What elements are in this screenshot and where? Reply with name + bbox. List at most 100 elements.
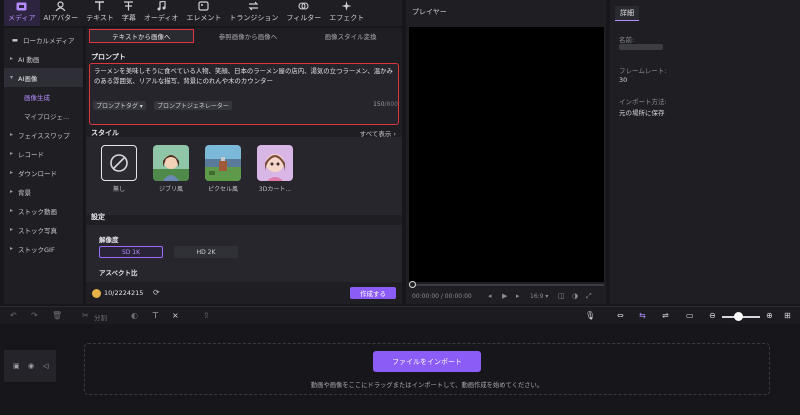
audio-icon[interactable]: ◁	[43, 362, 48, 370]
filter-icon	[298, 1, 310, 11]
tool-filter[interactable]: フィルター	[282, 0, 325, 26]
tab-details[interactable]: 詳細	[615, 6, 639, 21]
tool-label: AIアバター	[43, 14, 79, 22]
tool-element[interactable]: エレメント	[182, 0, 225, 26]
sidebar-item-download[interactable]: ▸ ダウンロード	[4, 163, 83, 182]
style-pixel[interactable]: ピクセル風	[205, 145, 241, 193]
tool-subtitle[interactable]: 字幕	[118, 0, 140, 26]
aspect-ratio-select[interactable]: 16:9 ▾	[530, 293, 548, 300]
track-link-icon[interactable]: ⇌	[662, 311, 669, 320]
snapshot-icon[interactable]: ◫	[558, 292, 565, 300]
mask-icon[interactable]: ◐	[131, 311, 138, 320]
export-frame-icon[interactable]: ⇪	[203, 311, 210, 320]
credits-counter: 10/2224215	[104, 289, 143, 297]
mode-tabs: テキストから画像へ 参照画像から画像へ 画像スタイル変換	[86, 28, 402, 44]
player-title: プレイヤー	[412, 8, 447, 16]
style-ghibli[interactable]: ジブリ風	[153, 145, 189, 193]
sidebar-item-stock-video[interactable]: ▸ ストック動画	[4, 201, 83, 220]
chevron-right-icon: ▸	[10, 131, 14, 138]
3d-cartoon-thumbnail	[257, 145, 293, 181]
chevron-right-icon: ▸	[10, 188, 14, 195]
more-options-icon[interactable]: ⊞	[784, 311, 791, 320]
microphone-icon[interactable]: 🎙	[585, 311, 595, 320]
resolution-sd-button[interactable]: SD 1K	[99, 246, 163, 258]
link-icon[interactable]: ⇔	[617, 311, 624, 320]
undo-icon[interactable]: ↶	[10, 311, 17, 320]
play-icon[interactable]: ▶	[502, 292, 507, 300]
generate-button[interactable]: 作成する	[350, 287, 396, 299]
sidebar-item-face-swap[interactable]: ▸ フェイススワップ	[4, 125, 83, 144]
tool-label: オーディオ	[143, 14, 179, 22]
sidebar-item-ai-image[interactable]: ▾ AI画像	[4, 68, 83, 87]
style-3d-cartoon[interactable]: 3Dカート...	[257, 145, 293, 193]
prompt-heading: プロンプト	[91, 53, 126, 61]
sidebar-item-label: ストック動画	[18, 207, 57, 216]
preview-screen[interactable]	[409, 27, 604, 282]
prompt-tag-button[interactable]: プロンプトタグ ▾	[93, 101, 146, 110]
tool-media[interactable]: メディア	[4, 0, 40, 26]
import-method-value: 元の場所に保存	[619, 109, 665, 117]
settings-section: 解像度 SD 1K HD 2K アスペクト比	[86, 225, 402, 282]
character-counter: 150/800	[373, 101, 398, 108]
cut-tool-icon[interactable]: ⨯	[172, 311, 179, 320]
char-max: /800	[384, 101, 398, 108]
player-panel: プレイヤー 00:00:00 / 00:00:00 ◂ ▶ ▸ 16:9 ▾ ◫…	[406, 0, 606, 304]
magnet-snap-icon[interactable]: ⇆	[639, 311, 646, 320]
tool-effect[interactable]: エフェクト	[325, 0, 368, 26]
char-count: 150	[373, 101, 385, 108]
refresh-icon[interactable]: ⟳	[153, 288, 160, 297]
style-label: ピクセル風	[207, 186, 238, 193]
style-thumb	[257, 145, 293, 181]
chevron-right-icon: ▸	[10, 226, 14, 233]
zoom-out-icon[interactable]: ⊖	[709, 311, 716, 320]
import-file-button[interactable]: ファイルをインポート	[373, 351, 481, 372]
sidebar-item-label: ダウンロード	[18, 169, 57, 178]
visibility-icon[interactable]: ◉	[28, 362, 34, 370]
chevron-right-icon: ▸	[10, 245, 14, 252]
tool-text[interactable]: テキスト	[82, 0, 118, 26]
style-none[interactable]: 無し	[101, 145, 137, 193]
resolution-hd-button[interactable]: HD 2K	[174, 246, 238, 258]
step-back-icon[interactable]: ◂	[488, 292, 492, 300]
text-tool-icon[interactable]: ⊤	[152, 311, 159, 320]
zoom-slider-handle[interactable]	[734, 312, 743, 321]
split-icon[interactable]: ✂	[82, 311, 89, 320]
delete-icon[interactable]: 🗑	[52, 311, 62, 320]
sidebar-item-image-generation[interactable]: 画像生成	[4, 87, 83, 106]
volume-icon[interactable]: ◑	[572, 292, 578, 300]
tool-ai-avatar[interactable]: AIアバター	[40, 0, 83, 26]
details-panel: 詳細 名前: フレームレート: 30 インポート方法: 元の場所に保存	[610, 0, 800, 304]
tab-style-transfer[interactable]: 画像スタイル変換	[299, 28, 402, 44]
redo-icon[interactable]: ↷	[31, 311, 38, 320]
fullscreen-icon[interactable]: ⤢	[586, 292, 592, 301]
sidebar-item-stock-photo[interactable]: ▸ ストック写真	[4, 220, 83, 239]
tool-transition[interactable]: トランジション	[225, 0, 282, 26]
step-forward-icon[interactable]: ▸	[516, 292, 520, 300]
transition-icon	[248, 1, 260, 11]
style-list: 無し ジブリ風 ピクセル風 3Dカート...	[86, 137, 402, 215]
tool-audio[interactable]: オーディオ	[140, 0, 183, 26]
fit-icon[interactable]: ▭	[686, 311, 694, 320]
prompt-textarea[interactable]: ラーメンを美味しそうに食べている人物、笑顔、日本のラーメン屋の店内、湯気の立つラ…	[89, 63, 399, 125]
tool-label: テキスト	[86, 14, 114, 22]
prompt-generator-button[interactable]: プロンプトジェネレーター	[154, 101, 232, 110]
zoom-in-icon[interactable]: ⊕	[766, 311, 773, 320]
folder-icon: ▬	[11, 35, 19, 44]
tab-image-to-image[interactable]: 参照画像から画像へ	[197, 28, 300, 44]
chevron-right-icon: ▸	[10, 207, 14, 214]
sidebar-item-my-projects[interactable]: マイプロジェ...	[4, 106, 83, 125]
sidebar-item-label: レコード	[18, 150, 44, 159]
sidebar-item-record[interactable]: ▸ レコード	[4, 144, 83, 163]
pixel-landscape-thumbnail	[205, 145, 241, 181]
prompt-text[interactable]: ラーメンを美味しそうに食べている人物、笑顔、日本のラーメン屋の店内、湯気の立つラ…	[94, 67, 394, 86]
playhead-handle[interactable]	[409, 281, 416, 288]
playback-time: 00:00:00 / 00:00:00	[412, 293, 472, 300]
tab-text-to-image[interactable]: テキストから画像へ	[89, 29, 194, 43]
sidebar-item-stock-gif[interactable]: ▸ ストックGIF	[4, 239, 83, 258]
sidebar-item-local-media[interactable]: ▬ ローカルメディア	[4, 30, 83, 49]
tool-label: フィルター	[286, 14, 322, 22]
sidebar-item-ai-video[interactable]: ▸ AI 動画	[4, 49, 83, 68]
playback-scrubber[interactable]	[409, 284, 604, 286]
style-thumb	[205, 145, 241, 181]
sidebar-item-background[interactable]: ▸ 背景	[4, 182, 83, 201]
